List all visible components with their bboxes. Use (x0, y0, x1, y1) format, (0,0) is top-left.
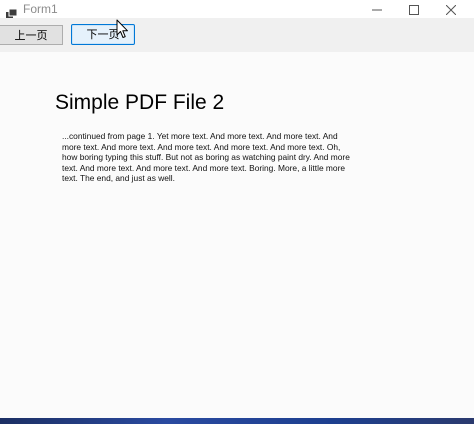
minimize-icon (372, 0, 382, 19)
maximize-button[interactable] (396, 0, 432, 18)
mouse-cursor-icon (116, 19, 130, 39)
close-button[interactable] (433, 0, 469, 18)
pdf-viewer[interactable]: Simple PDF File 2 ...continued from page… (0, 52, 474, 418)
app-window: Form1 上一页 下一页 Simple PDF File 2 ...conti… (0, 0, 474, 424)
maximize-icon (409, 0, 419, 19)
window-title: Form1 (23, 2, 58, 16)
pdf-page-title: Simple PDF File 2 (55, 91, 225, 114)
title-bar[interactable]: Form1 (0, 0, 474, 19)
app-icon (6, 4, 18, 19)
close-icon (445, 0, 457, 19)
previous-page-button[interactable]: 上一页 (0, 25, 63, 45)
pdf-page-text: ...continued from page 1. Yet more text.… (62, 131, 350, 183)
taskbar-strip (0, 418, 474, 424)
toolbar: 上一页 下一页 (0, 18, 474, 52)
minimize-button[interactable] (359, 0, 395, 18)
